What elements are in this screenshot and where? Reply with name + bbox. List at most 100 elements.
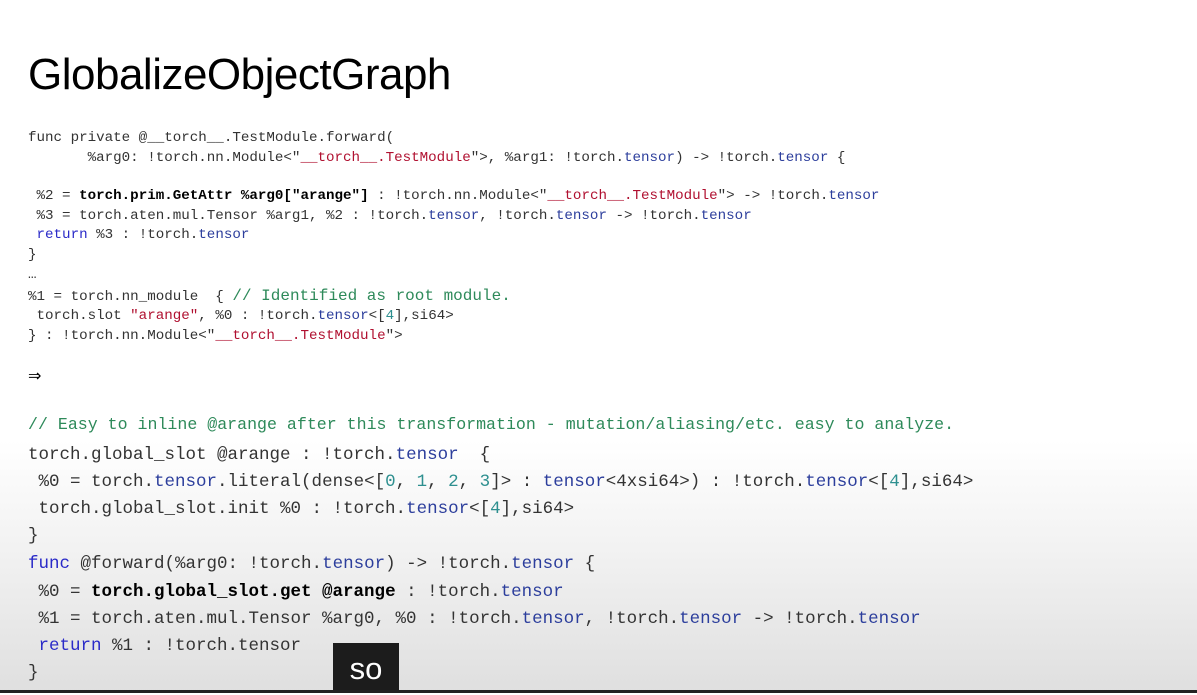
code-type: tensor (700, 208, 752, 224)
code-text: , (427, 472, 449, 492)
code-type: tensor (500, 582, 564, 602)
code-line: %1 = torch.aten.mul.Tensor %arg0, %0 : !… (28, 606, 921, 633)
code-keyword: func (28, 554, 71, 574)
code-text: "> (385, 328, 403, 344)
code-line: } (28, 660, 39, 687)
code-text: , (395, 472, 417, 492)
code-text: %3 = torch.aten.mul.Tensor %arg1, %2 : !… (28, 208, 429, 224)
code-type: tensor (777, 150, 829, 166)
code-text: %1 = torch.nn_module { (28, 289, 233, 305)
code-text: <4xsi64>) : !torch. (605, 472, 806, 492)
code-comment: // Easy to inline @arange after this tra… (28, 415, 955, 434)
code-keyword: return (28, 227, 88, 243)
code-type: tensor (857, 609, 921, 629)
code-line: torch.slot "arange", %0 : !torch.tensor<… (28, 307, 454, 326)
code-comment: // Identified as root module. (232, 287, 511, 305)
code-string: "arange" (130, 308, 199, 324)
code-text: -> !torch. (606, 208, 701, 224)
code-type: tensor (317, 308, 369, 324)
code-text: %3 : !torch. (87, 227, 199, 243)
code-text: , !torch. (479, 208, 556, 224)
code-text: func private @__torch__.TestModule.forwa… (28, 130, 395, 146)
code-number: 0 (385, 472, 396, 492)
code-text: … (28, 267, 37, 283)
code-line: } : !torch.nn.Module<"__torch__.TestModu… (28, 327, 403, 346)
code-line: } (28, 246, 37, 265)
code-line: %2 = torch.prim.GetAttr %arg0["arange"] … (28, 187, 880, 206)
code-type: tensor (154, 472, 218, 492)
code-string: "arange" (291, 188, 361, 204)
code-type: tensor (521, 609, 585, 629)
code-type: tensor (828, 188, 880, 204)
code-type: tensor (679, 609, 743, 629)
code-text: -> !torch. (742, 609, 858, 629)
code-text: <[ (868, 472, 890, 492)
code-text: } (28, 247, 37, 263)
slide-title: GlobalizeObjectGraph (28, 50, 451, 99)
code-line: return %1 : !torch.tensor (28, 633, 302, 660)
code-text: ]> : (490, 472, 543, 492)
slide: GlobalizeObjectGraph func private @__tor… (0, 0, 1197, 693)
code-text: } (28, 663, 39, 683)
code-number: 4 (490, 499, 501, 519)
code-text: torch.slot (28, 308, 131, 324)
code-line: } (28, 523, 39, 550)
code-type: tensor (406, 499, 470, 519)
code-line: %1 = torch.nn_module { // Identified as … (28, 287, 511, 307)
code-text: %1 = torch.aten.mul.Tensor %arg0, %0 : !… (28, 609, 522, 629)
code-number: 4 (889, 472, 900, 492)
code-line: %3 = torch.aten.mul.Tensor %arg1, %2 : !… (28, 207, 752, 226)
code-text: ">, %arg1: !torch. (470, 150, 624, 166)
code-line: torch.global_slot @arange : !torch.tenso… (28, 442, 490, 469)
code-text: , (458, 472, 480, 492)
code-text: %0 = torch. (28, 472, 155, 492)
code-text: ) -> !torch. (675, 150, 778, 166)
code-type: tensor (805, 472, 869, 492)
code-type: tensor (542, 472, 606, 492)
code-text: %1 : !torch.tensor (101, 636, 302, 656)
code-text: ],si64> (394, 308, 454, 324)
arrow-icon: ⇒ (28, 366, 42, 385)
code-line: %0 = torch.tensor.literal(dense<[0, 1, 2… (28, 469, 974, 496)
code-type: tensor (322, 554, 386, 574)
code-line: … (28, 266, 37, 285)
code-text: <[ (368, 308, 386, 324)
code-type: tensor (511, 554, 575, 574)
code-type: tensor (623, 150, 676, 166)
code-string: __torch__.TestModule (215, 328, 386, 344)
code-text: { (828, 150, 846, 166)
code-text: , !torch. (584, 609, 680, 629)
code-text: .literal(dense<[ (217, 472, 386, 492)
code-line: func @forward(%arg0: !torch.tensor) -> !… (28, 551, 595, 578)
code-text: "> -> !torch. (717, 188, 829, 204)
code-line: torch.global_slot.init %0 : !torch.tenso… (28, 496, 575, 523)
code-text: ],si64> (899, 472, 974, 492)
code-text: <[ (469, 499, 491, 519)
code-line: return %3 : !torch.tensor (28, 226, 250, 245)
code-bold: torch.global_slot.get @arange (91, 582, 396, 602)
code-bold: ] (360, 188, 369, 204)
code-line: func private @__torch__.TestModule.forwa… (28, 129, 394, 148)
code-text: %2 = (28, 188, 80, 204)
code-text: } (28, 526, 39, 546)
code-type: tensor (428, 208, 480, 224)
code-text: %arg0: !torch.nn.Module<" (28, 150, 301, 166)
code-text: ) -> !torch. (385, 554, 512, 574)
code-type: tensor (395, 445, 459, 465)
code-type: tensor (198, 227, 250, 243)
code-line: %arg0: !torch.nn.Module<"__torch__.TestM… (28, 149, 846, 168)
code-text: @forward(%arg0: !torch. (70, 554, 323, 574)
code-text: ],si64> (500, 499, 575, 519)
code-number: 3 (479, 472, 491, 492)
code-text: } : !torch.nn.Module<" (28, 328, 216, 344)
code-number: 2 (448, 472, 459, 492)
code-bold: torch.prim.GetAttr %arg0[ (79, 188, 292, 204)
code-text: torch.global_slot.init %0 : !torch. (28, 499, 407, 519)
video-caption: so (333, 643, 399, 693)
code-text: %0 = (28, 582, 92, 602)
code-line: %0 = torch.global_slot.get @arange : !to… (28, 579, 564, 606)
code-text: { (574, 554, 596, 574)
code-text: : !torch. (395, 582, 501, 602)
code-text: torch.global_slot @arange : !torch. (28, 445, 396, 465)
code-text: , %0 : !torch. (198, 308, 318, 324)
